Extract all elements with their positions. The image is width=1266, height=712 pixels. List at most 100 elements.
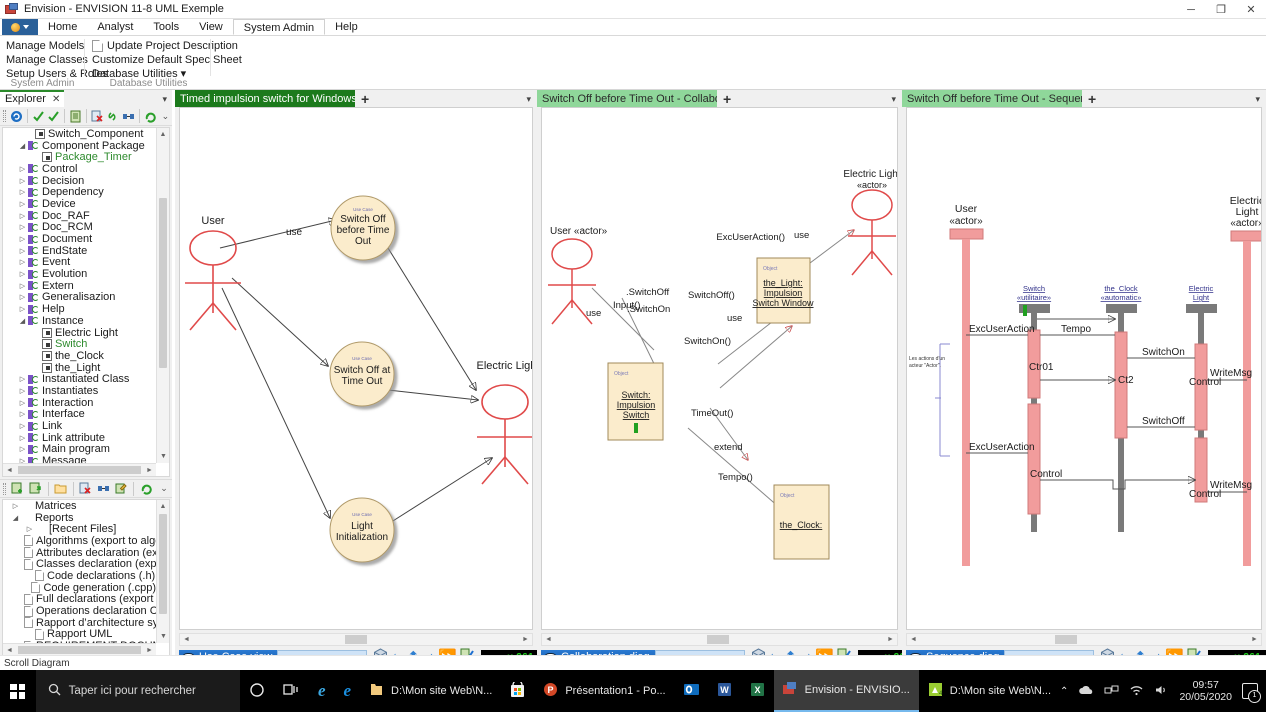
tree-expander-icon[interactable]: ▷: [17, 247, 28, 255]
scroll-right-icon[interactable]: ►: [143, 647, 156, 654]
taskbar-folder-button[interactable]: D:\Mon site Web\N...: [360, 670, 501, 712]
toolbar-grip[interactable]: [3, 482, 6, 495]
tree-item[interactable]: ◢ Component Package: [3, 140, 156, 152]
tree-expander-icon[interactable]: ▷: [24, 525, 35, 533]
tab-analyst[interactable]: Analyst: [87, 19, 143, 35]
sequence-canvas[interactable]: User «actor» Electric Light «actor» Swit…: [906, 107, 1262, 630]
export-icon[interactable]: [28, 481, 44, 497]
tree-expander-icon[interactable]: ▷: [17, 212, 28, 220]
toolbar-overflow-button[interactable]: ⌄: [156, 481, 172, 497]
delete-doc-icon[interactable]: [91, 108, 104, 124]
delete-icon[interactable]: [78, 481, 94, 497]
tree-expander-icon[interactable]: ▷: [17, 258, 28, 266]
tree-expander-icon[interactable]: ▷: [10, 502, 21, 510]
volume-icon[interactable]: [1154, 684, 1169, 699]
tree-expander-icon[interactable]: ▷: [17, 410, 28, 418]
taskbar-search-input[interactable]: Taper ici pour rechercher: [35, 670, 240, 712]
tree-item[interactable]: Classes declaration (export to cl: [3, 558, 156, 570]
tree-item[interactable]: ▷ Main program: [3, 443, 156, 455]
tree-item[interactable]: ▷ Decision: [3, 175, 156, 187]
application-menu-button[interactable]: [2, 19, 38, 35]
tree-item[interactable]: ▷ Instantiated Class: [3, 373, 156, 385]
taskbar-excel-button[interactable]: X: [741, 670, 774, 712]
tree-item[interactable]: ▷ EndState: [3, 245, 156, 257]
scroll-thumb[interactable]: [18, 646, 141, 654]
tree-expander-icon[interactable]: ▷: [17, 305, 28, 313]
tree-item[interactable]: ▷ Help: [3, 303, 156, 315]
taskbar-outlook-button[interactable]: [675, 670, 708, 712]
customize-default-spec-sheet-button[interactable]: Customize Default Spec Sheet: [92, 53, 242, 67]
reports-tree[interactable]: ▷ Matrices ◢ Reports ▷ [Recent Files] Algorith…: [2, 499, 170, 657]
tree-item[interactable]: ▷ Event: [3, 256, 156, 268]
merge-icon[interactable]: [122, 108, 135, 124]
tree-item[interactable]: ▷ Evolution: [3, 268, 156, 280]
tree-item[interactable]: ▷ Instantiates: [3, 385, 156, 397]
tree-item[interactable]: ▷ Device: [3, 198, 156, 210]
edit-icon[interactable]: [113, 481, 129, 497]
network-icon[interactable]: [1104, 684, 1119, 699]
tree-item[interactable]: the_Clock: [3, 350, 156, 362]
tab-explorer[interactable]: Explorer ✕: [0, 90, 65, 107]
tab-use-case-diagram[interactable]: Timed impulsion switch for Windows - Use…: [175, 90, 355, 107]
tree-expander-icon[interactable]: ◢: [17, 317, 28, 325]
update-project-description-button[interactable]: Update Project Description: [92, 39, 238, 53]
taskbar-powerpoint-button[interactable]: P Présentation1 - Po...: [534, 670, 674, 712]
tree-item[interactable]: Full declarations (export to decla: [3, 593, 156, 605]
taskbar-edge-legacy-button[interactable]: e: [309, 670, 335, 712]
merge-icon[interactable]: [96, 481, 112, 497]
minimize-button[interactable]: ─: [1176, 0, 1206, 19]
tree-item[interactable]: ▷ Interaction: [3, 397, 156, 409]
scroll-right-icon[interactable]: ►: [884, 634, 897, 645]
use-case-hscrollbar[interactable]: ◄ ►: [179, 633, 533, 646]
collaboration-canvas[interactable]: User «actor» Electric Light «actor» Obje…: [541, 107, 898, 630]
tree-item[interactable]: Rapport UML: [3, 628, 156, 640]
scroll-right-icon[interactable]: ►: [1248, 634, 1261, 645]
tree-expander-icon[interactable]: ▷: [17, 177, 28, 185]
scroll-thumb[interactable]: [159, 198, 167, 368]
taskbar-store-button[interactable]: [501, 670, 534, 712]
check-green-2-icon[interactable]: [47, 108, 60, 124]
tree-item[interactable]: ▷ Dependency: [3, 186, 156, 198]
tree-item[interactable]: Switch: [3, 338, 156, 350]
taskbar-envision-button[interactable]: Envision - ENVISIO...: [773, 670, 919, 712]
scroll-left-icon[interactable]: ◄: [3, 647, 16, 654]
add-model-icon[interactable]: [10, 481, 26, 497]
model-tree-vscrollbar[interactable]: ▲ ▼: [156, 128, 169, 463]
tree-item[interactable]: ▷ Doc_RCM: [3, 221, 156, 233]
scroll-down-icon[interactable]: ▼: [157, 630, 169, 643]
tree-expander-icon[interactable]: ◢: [17, 142, 28, 150]
tree-item[interactable]: Attributes declaration (export to: [3, 547, 156, 559]
scroll-thumb[interactable]: [345, 635, 367, 644]
refresh-blue-icon[interactable]: [10, 108, 23, 124]
tree-item[interactable]: ▷ Control: [3, 163, 156, 175]
tree-item[interactable]: ▷ Doc_RAF: [3, 210, 156, 222]
scroll-thumb[interactable]: [18, 466, 141, 474]
manage-classes-button[interactable]: Manage Classes: [6, 53, 88, 67]
tree-expander-icon[interactable]: ▷: [17, 282, 28, 290]
close-button[interactable]: ✕: [1236, 0, 1266, 19]
collaboration-hscrollbar[interactable]: ◄ ►: [541, 633, 898, 646]
taskbar-cortana-button[interactable]: [240, 670, 274, 712]
action-center-icon[interactable]: [1242, 683, 1261, 703]
tree-expander-icon[interactable]: ▷: [17, 165, 28, 173]
taskbar-word-button[interactable]: W: [708, 670, 741, 712]
tree-item[interactable]: ◢ Reports: [3, 512, 156, 524]
manage-models-button[interactable]: Manage Models: [6, 39, 84, 53]
tree-item[interactable]: ▷ Interface: [3, 408, 156, 420]
chevron-up-icon[interactable]: ⌃: [1060, 686, 1068, 697]
tree-expander-icon[interactable]: ▷: [17, 200, 28, 208]
scroll-down-icon[interactable]: ▼: [157, 450, 169, 463]
scroll-right-icon[interactable]: ►: [143, 467, 156, 474]
scroll-up-icon[interactable]: ▲: [157, 128, 169, 141]
scroll-up-icon[interactable]: ▲: [157, 500, 169, 513]
tree-item[interactable]: Code declarations (.h): [3, 570, 156, 582]
start-button[interactable]: [0, 670, 36, 712]
model-tree-hscrollbar[interactable]: ◄ ►: [3, 463, 156, 476]
tree-expander-icon[interactable]: ▷: [17, 270, 28, 278]
tree-item[interactable]: Operations declaration C++ (exp: [3, 605, 156, 617]
tree-item[interactable]: ▷ [Recent Files]: [3, 523, 156, 535]
toolbar-overflow-button[interactable]: ⌄: [159, 108, 172, 124]
tree-item[interactable]: Package_Timer: [3, 151, 156, 163]
tree-expander-icon[interactable]: ▷: [17, 235, 28, 243]
model-tree[interactable]: Switch_Component ◢ Component Package Packag…: [2, 127, 170, 477]
